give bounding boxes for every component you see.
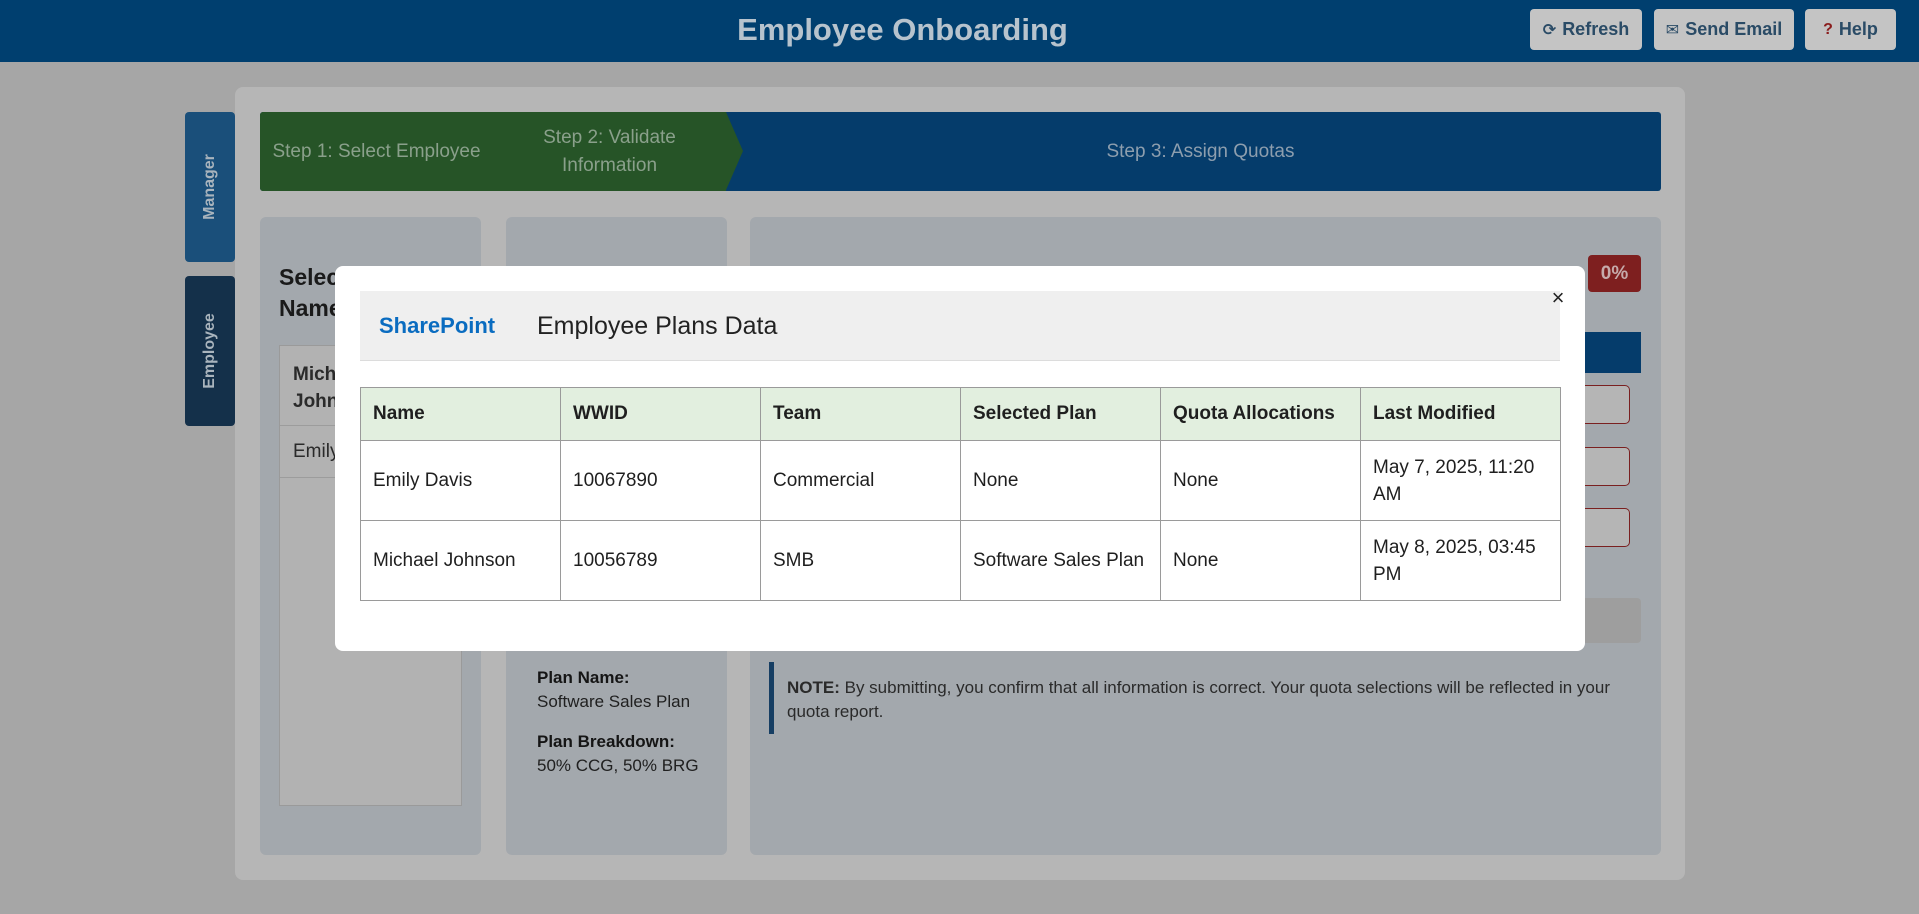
column-header-last-modified: Last Modified: [1360, 387, 1561, 441]
cell-team: SMB: [760, 520, 961, 601]
employee-row-name: Emily: [293, 441, 340, 462]
cell-quota-allocations: None: [1160, 440, 1361, 521]
column-header-wwid: WWID: [560, 387, 761, 441]
app-header: Employee Onboarding ⟳ Refresh ✉ Send Ema…: [0, 0, 1919, 62]
employee-row-name: Mich John: [293, 364, 339, 412]
help-button[interactable]: ? Help: [1805, 9, 1896, 50]
step-3: Step 3: Assign Quotas: [1106, 140, 1295, 162]
plan-breakdown-label: Plan Breakdown:: [537, 732, 675, 751]
employee-plans-table: Name WWID Team Selected Plan Quota Alloc…: [360, 387, 1561, 601]
cell-wwid: 10067890: [560, 440, 761, 521]
send-email-label: Send Email: [1685, 19, 1783, 39]
side-tab-manager-label: Manager: [201, 154, 219, 220]
quota-input[interactable]: [1583, 508, 1630, 547]
note-label: NOTE:: [787, 678, 840, 697]
quota-progress-badge: 0%: [1588, 255, 1641, 292]
side-tab-employee-label: Employee: [201, 313, 218, 389]
quota-table-header: [1580, 332, 1641, 373]
refresh-icon: ⟳: [1542, 21, 1557, 39]
step-progress-bar: Step 1: Select Employee Step 2: Validate…: [260, 112, 1661, 191]
cell-quota-allocations: None: [1160, 520, 1361, 601]
plan-name-label: Plan Name:: [537, 668, 630, 687]
plan-breakdown-value: 50% CCG, 50% BRG: [537, 756, 699, 775]
step-2: Step 2: Validate Information: [543, 126, 676, 176]
send-email-button[interactable]: ✉ Send Email: [1654, 9, 1794, 50]
table-header-row: Name WWID Team Selected Plan Quota Alloc…: [360, 387, 1561, 441]
column-header-quota-allocations: Quota Allocations: [1160, 387, 1361, 441]
note-text: By submitting, you confirm that all info…: [787, 678, 1610, 721]
close-icon[interactable]: ×: [1547, 287, 1569, 309]
cell-name: Michael Johnson: [360, 520, 561, 601]
cell-selected-plan: None: [960, 440, 1161, 521]
cell-name: Emily Davis: [360, 440, 561, 521]
quota-input[interactable]: [1583, 447, 1630, 486]
employee-plans-modal: SharePoint Employee Plans Data × Name WW…: [335, 266, 1585, 651]
modal-header: SharePoint Employee Plans Data: [360, 291, 1560, 361]
sharepoint-logo: SharePoint: [379, 313, 496, 338]
table-row: Michael Johnson 10056789 SMB Software Sa…: [360, 520, 1561, 601]
select-heading: Selec Name: [279, 264, 342, 321]
cell-wwid: 10056789: [560, 520, 761, 601]
question-icon: ?: [1823, 20, 1833, 38]
plan-name-value: Software Sales Plan: [537, 692, 691, 711]
modal-title: Employee Plans Data: [537, 312, 778, 340]
cell-last-modified: May 8, 2025, 03:45 PM: [1360, 520, 1561, 601]
column-header-team: Team: [760, 387, 961, 441]
refresh-button[interactable]: ⟳ Refresh: [1530, 9, 1642, 50]
column-header-name: Name: [360, 387, 561, 441]
submit-button[interactable]: [1580, 598, 1641, 643]
column-header-selected-plan: Selected Plan: [960, 387, 1161, 441]
email-icon: ✉: [1665, 21, 1680, 39]
step-1: Step 1: Select Employee: [272, 140, 481, 162]
refresh-label: Refresh: [1562, 19, 1630, 39]
table-row: Emily Davis 10067890 Commercial None Non…: [360, 440, 1561, 521]
submit-note: NOTE: By submitting, you confirm that al…: [769, 662, 1641, 734]
side-tab-employee[interactable]: Employee: [185, 276, 235, 426]
quota-input[interactable]: [1583, 385, 1630, 424]
cell-last-modified: May 7, 2025, 11:20 AM: [1360, 440, 1561, 521]
side-tab-manager[interactable]: Manager: [185, 112, 235, 262]
cell-selected-plan: Software Sales Plan: [960, 520, 1161, 601]
help-label: Help: [1838, 19, 1878, 39]
cell-team: Commercial: [760, 440, 961, 521]
